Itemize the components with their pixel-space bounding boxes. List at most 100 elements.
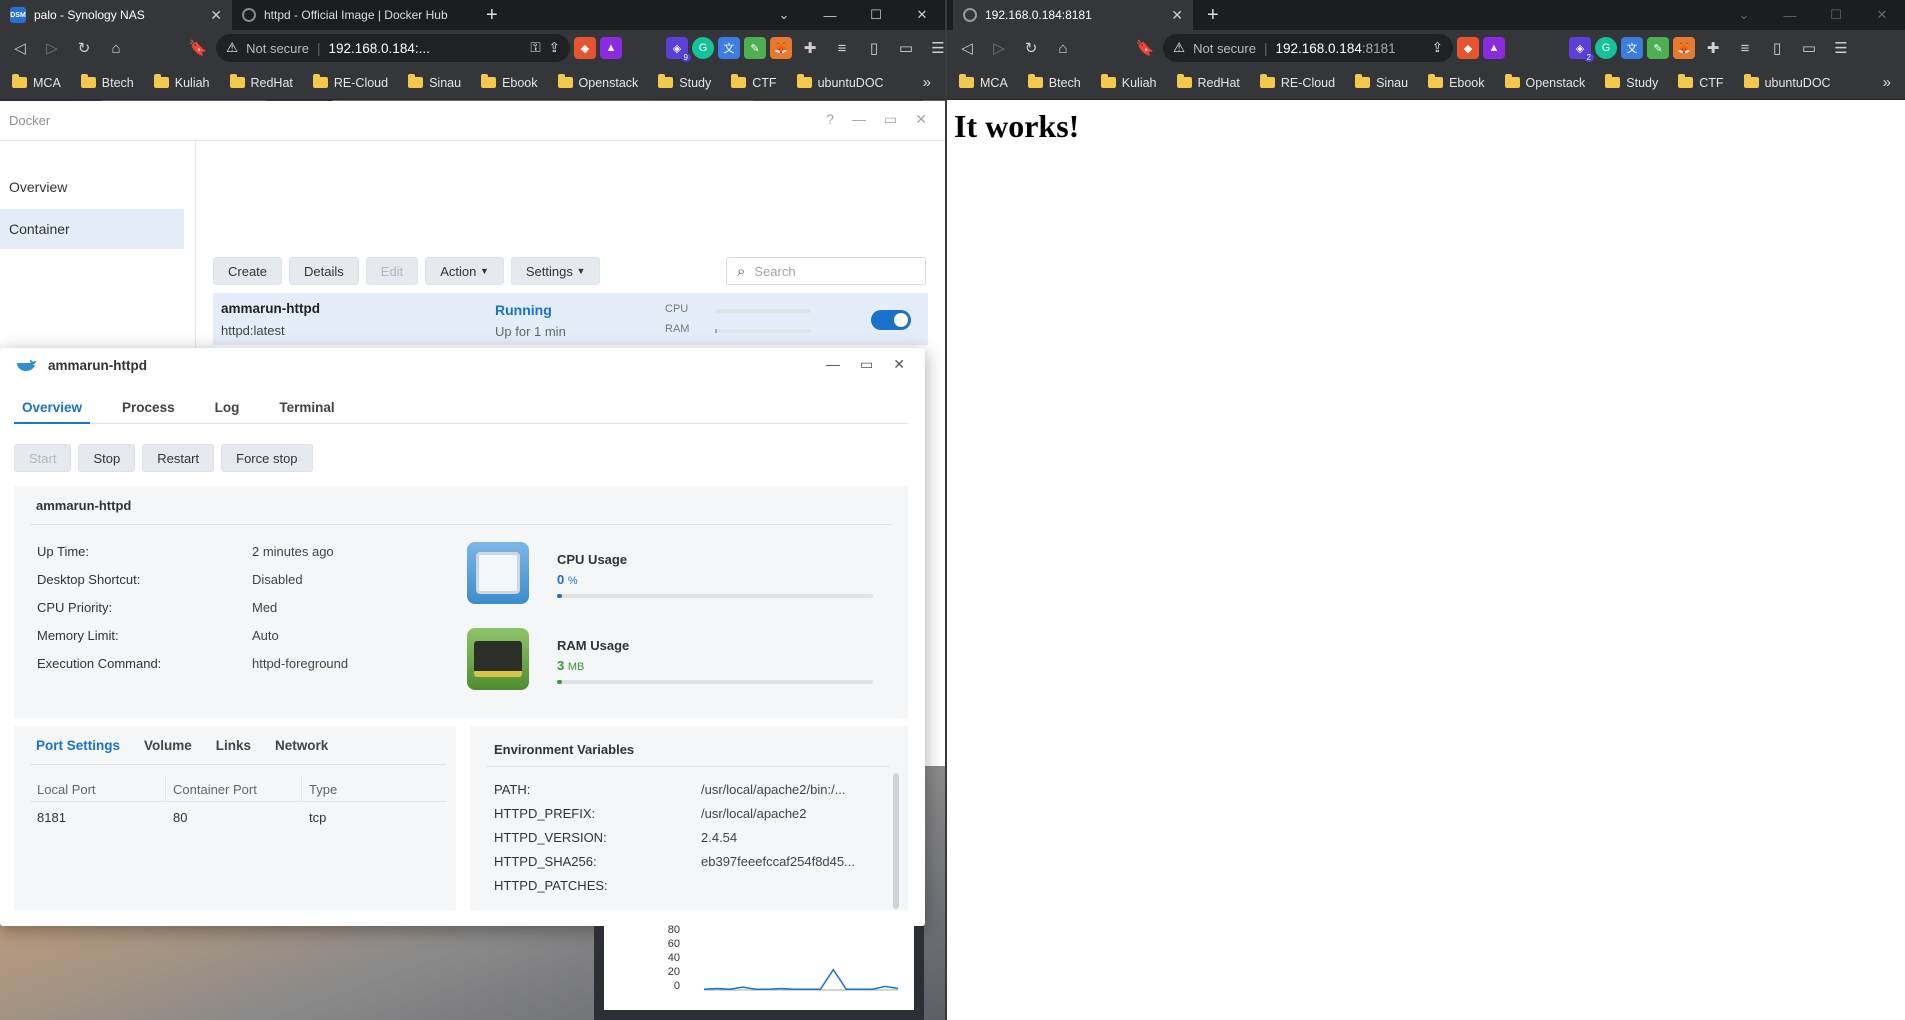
extension-icon[interactable]: ◈ 2 [1569,37,1594,62]
container-toggle[interactable] [871,310,911,330]
bookmark-folder[interactable]: Btech [1020,71,1089,95]
bookmark-folder[interactable]: Ebook [1420,71,1492,95]
sidebar-icon[interactable]: ▯ [860,34,888,62]
tab-links[interactable]: Links [216,738,251,753]
maximize-icon[interactable]: ▭ [860,356,873,373]
close-icon[interactable]: ✕ [915,111,927,128]
bookmark-folder[interactable]: Study [1597,71,1666,95]
tab-terminal[interactable]: Terminal [271,400,342,424]
edit-button[interactable]: Edit [365,257,419,285]
bookmark-folder[interactable]: RedHat [1169,71,1248,95]
restart-button[interactable]: Restart [142,444,215,472]
back-icon[interactable]: ◁ [6,34,34,62]
wallet-icon[interactable]: ▭ [892,34,920,62]
metamask-icon[interactable]: 🦊 [770,37,792,59]
reload-icon[interactable]: ↻ [70,34,98,62]
extension-icon[interactable]: ◈ 9 [666,37,691,62]
bookmark-icon[interactable]: 🔖 [1131,34,1159,62]
brave-shield-icon[interactable]: ◆ [574,37,596,59]
action-dropdown[interactable]: Action ▼ [425,257,504,285]
edit-icon[interactable]: ✎ [1647,37,1669,59]
sidebar-item-overview[interactable]: Overview [0,167,195,207]
maximize-icon[interactable]: ▭ [884,111,897,128]
bookmark-folder[interactable]: Sinau [1347,71,1416,95]
details-button[interactable]: Details [289,257,359,285]
key-icon[interactable]: ⚿ [530,40,540,56]
tab-port-settings[interactable]: Port Settings [36,738,120,753]
minimize-icon[interactable]: — [826,356,840,373]
maximize-icon[interactable]: ☐ [1813,0,1859,30]
forward-icon[interactable]: ▷ [985,34,1013,62]
bookmark-folder[interactable]: Study [650,71,719,95]
table-row[interactable]: 8181 80 tcp [30,804,446,830]
close-icon[interactable]: ✕ [899,0,945,30]
chevron-down-icon[interactable]: ⌄ [761,0,807,30]
close-icon[interactable]: ✕ [210,7,222,24]
bookmark-folder[interactable]: Kuliah [1093,71,1165,95]
column-header[interactable]: Local Port [30,776,166,802]
tab-localhost[interactable]: 192.168.0.184:8181 ✕ [953,0,1193,30]
bookmark-folder[interactable]: Kuliah [146,71,218,95]
playlist-icon[interactable]: ≡ [828,34,856,62]
new-tab-icon[interactable]: + [472,0,512,30]
bookmark-folder[interactable]: MCA [951,71,1016,95]
minimize-icon[interactable]: — [1767,0,1813,30]
forward-icon[interactable]: ▷ [38,34,66,62]
column-header[interactable]: Type [302,776,446,802]
bookmark-folder[interactable]: MCA [4,71,69,95]
tab-log[interactable]: Log [207,400,248,424]
home-icon[interactable]: ⌂ [102,34,130,62]
bookmark-folder[interactable]: CTF [723,71,784,95]
settings-dropdown[interactable]: Settings ▼ [510,257,601,285]
metamask-icon[interactable]: 🦊 [1673,37,1695,59]
translate-icon[interactable]: 文 [718,37,740,59]
tab-overview[interactable]: Overview [14,400,91,424]
more-bookmarks-icon[interactable]: » [923,74,941,91]
minimize-icon[interactable]: — [852,111,866,128]
bookmark-folder[interactable]: Ebook [473,71,545,95]
address-bar[interactable]: ⚠ Not secure | 192.168.0.184:... ⚿ ⇪ [216,34,570,62]
stop-button[interactable]: Stop [78,444,136,472]
menu-icon[interactable]: ☰ [1827,34,1855,62]
start-button[interactable]: Start [14,444,72,472]
share-icon[interactable]: ⇪ [1432,40,1443,56]
puzzle-icon[interactable]: ✚ [796,34,824,62]
chevron-down-icon[interactable]: ⌄ [1721,0,1767,30]
help-icon[interactable]: ? [826,111,834,128]
bookmark-folder[interactable]: CTF [1670,71,1731,95]
reload-icon[interactable]: ↻ [1017,34,1045,62]
close-icon[interactable]: ✕ [1171,7,1183,24]
bookmark-icon[interactable]: 🔖 [184,34,212,62]
close-icon[interactable]: ✕ [893,356,905,373]
sidebar-item-container[interactable]: Container [0,209,184,249]
brave-rewards-icon[interactable]: ▲ [600,37,622,59]
bookmark-folder[interactable]: Openstack [1497,71,1594,95]
column-header[interactable]: Container Port [166,776,302,802]
share-icon[interactable]: ⇪ [549,40,560,56]
tab-docker-hub[interactable]: httpd - Official Image | Docker Hub [232,0,472,30]
tab-process[interactable]: Process [114,400,183,424]
grammarly-icon[interactable]: G [692,37,714,59]
edit-icon[interactable]: ✎ [744,37,766,59]
tab-volume[interactable]: Volume [144,738,192,753]
back-icon[interactable]: ◁ [953,34,981,62]
puzzle-icon[interactable]: ✚ [1699,34,1727,62]
tab-synology[interactable]: DSM palo - Synology NAS ✕ [0,0,232,30]
translate-icon[interactable]: 文 [1621,37,1643,59]
bookmark-folder[interactable]: Sinau [400,71,469,95]
new-tab-icon[interactable]: + [1193,0,1233,30]
tab-network[interactable]: Network [275,738,328,753]
brave-rewards-icon[interactable]: ▲ [1483,37,1505,59]
minimize-icon[interactable]: — [807,0,853,30]
bookmark-folder[interactable]: ubuntuDOC [1736,71,1839,95]
wallet-icon[interactable]: ▭ [1795,34,1823,62]
more-bookmarks-icon[interactable]: » [1883,74,1901,91]
bookmark-folder[interactable]: RE-Cloud [1252,71,1343,95]
brave-shield-icon[interactable]: ◆ [1457,37,1479,59]
playlist-icon[interactable]: ≡ [1731,34,1759,62]
home-icon[interactable]: ⌂ [1049,34,1077,62]
create-button[interactable]: Create [213,257,283,285]
sidebar-icon[interactable]: ▯ [1763,34,1791,62]
bookmark-folder[interactable]: ubuntuDOC [789,71,892,95]
bookmark-folder[interactable]: RE-Cloud [305,71,396,95]
